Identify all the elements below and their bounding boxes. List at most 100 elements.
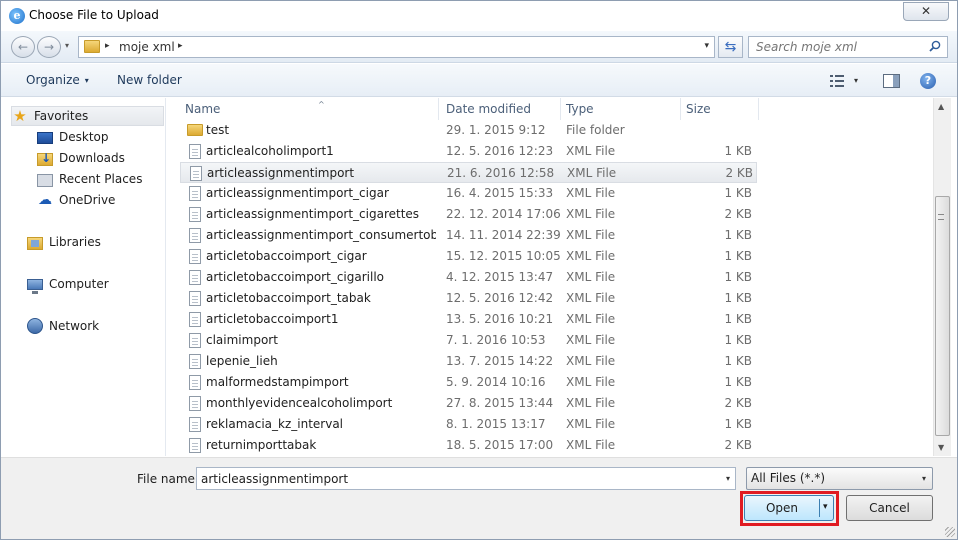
- vertical-scrollbar[interactable]: ▲ ▼: [933, 98, 951, 456]
- search-icon[interactable]: [929, 40, 941, 52]
- file-name-cell: articleassignmentimport_consumertobac...: [206, 228, 436, 242]
- sidebar-item-desktop[interactable]: Desktop: [37, 127, 164, 147]
- file-row[interactable]: articlealcoholimport1 12. 5. 2016 12:23 XM…: [180, 141, 757, 162]
- file-type-dropdown-icon[interactable]: ▾: [922, 474, 926, 483]
- preview-pane-icon[interactable]: [883, 74, 900, 88]
- file-row[interactable]: articletobaccoimport_cigar 15. 12. 2015 1…: [180, 246, 757, 267]
- scroll-up-icon[interactable]: ▲: [938, 102, 944, 111]
- view-options-icon[interactable]: [830, 75, 844, 87]
- open-button[interactable]: Open ▾: [744, 495, 834, 521]
- sidebar-item-libraries[interactable]: Libraries: [27, 232, 164, 252]
- column-header-name[interactable]: Name ^: [180, 98, 439, 120]
- column-header-label: Name: [185, 102, 221, 116]
- file-size-cell: 2 KB: [724, 438, 752, 452]
- file-type-value: All Files (*.*): [751, 471, 826, 485]
- file-row[interactable]: articletobaccoimport_tabak 12. 5. 2016 12…: [180, 288, 757, 309]
- scroll-down-icon[interactable]: ▼: [938, 443, 944, 452]
- sidebar-item-onedrive[interactable]: ☁ OneDrive: [37, 190, 164, 210]
- scrollbar-thumb[interactable]: [935, 196, 950, 436]
- sidebar-item-label: Recent Places: [59, 172, 143, 186]
- search-input[interactable]: [749, 37, 927, 57]
- date-modified-cell: 18. 5. 2015 17:00: [446, 438, 554, 452]
- file-type-select[interactable]: All Files (*.*) ▾: [746, 467, 933, 490]
- file-row[interactable]: articletobaccoimport_cigarillo 4. 12. 201…: [180, 267, 757, 288]
- sidebar-item-label: Favorites: [34, 109, 89, 123]
- xml-file-icon: [189, 249, 201, 264]
- file-type-cell: File folder: [566, 123, 625, 137]
- file-name-combo[interactable]: ▾: [196, 467, 736, 490]
- xml-file-icon: [189, 186, 201, 201]
- dialog-title: Choose File to Upload: [29, 8, 159, 22]
- date-modified-cell: 27. 8. 2015 13:44: [446, 396, 554, 410]
- file-row[interactable]: claimimport 7. 1. 2016 10:53 XML File 1 KB: [180, 330, 757, 351]
- organize-menu[interactable]: Organize ▾: [26, 73, 89, 87]
- network-icon: [27, 318, 43, 334]
- organize-caret-icon[interactable]: ▾: [85, 76, 89, 85]
- file-row[interactable]: articletobaccoimport1 13. 5. 2016 10:21 XM…: [180, 309, 757, 330]
- breadcrumb-current-folder[interactable]: moje xml: [119, 40, 175, 54]
- column-header-size[interactable]: Size: [681, 98, 759, 120]
- breadcrumb-separator-icon[interactable]: ▸: [105, 41, 110, 51]
- view-options-caret-icon[interactable]: ▾: [854, 76, 858, 85]
- resize-grip-icon[interactable]: [945, 527, 955, 537]
- sidebar-item-favorites[interactable]: ★ Favorites: [11, 106, 164, 126]
- folder-row[interactable]: test 29. 1. 2015 9:12 File folder: [180, 120, 757, 141]
- address-bar[interactable]: ▸ moje xml ▸ ▾: [78, 36, 715, 58]
- file-row[interactable]: articleassignmentimport_consumertobac...…: [180, 225, 757, 246]
- xml-file-icon: [189, 270, 201, 285]
- back-button[interactable]: ←: [11, 36, 35, 58]
- file-row[interactable]: reklamacia_kz_interval 8. 1. 2015 13:17 XM…: [180, 414, 757, 435]
- xml-file-icon: [190, 166, 202, 181]
- column-header-date-modified[interactable]: Date modified: [441, 98, 561, 120]
- xml-file-icon: [189, 291, 201, 306]
- file-size-cell: 1 KB: [724, 354, 752, 368]
- file-row[interactable]: returnimporttabak 18. 5. 2015 17:00 XML Fi…: [180, 435, 757, 456]
- file-size-cell: 1 KB: [724, 375, 752, 389]
- folder-icon: [187, 124, 203, 136]
- cancel-button[interactable]: Cancel: [846, 495, 933, 521]
- help-icon[interactable]: ?: [920, 73, 936, 89]
- new-folder-button[interactable]: New folder: [117, 73, 182, 87]
- sidebar-item-recent-places[interactable]: Recent Places: [37, 169, 164, 189]
- search-box[interactable]: [748, 36, 948, 58]
- date-modified-cell: 29. 1. 2015 9:12: [446, 123, 546, 137]
- forward-button[interactable]: →: [37, 36, 61, 58]
- file-type-cell: XML File: [566, 291, 616, 305]
- organize-label[interactable]: Organize: [26, 73, 80, 87]
- xml-file-icon: [189, 144, 201, 159]
- file-row[interactable]: articleassignmentimport_cigarettes 22. 12…: [180, 204, 757, 225]
- close-button[interactable]: ✕: [903, 2, 949, 21]
- sidebar-item-label: Libraries: [49, 235, 101, 249]
- file-name-dropdown-icon[interactable]: ▾: [726, 474, 730, 483]
- file-name-cell: reklamacia_kz_interval: [206, 417, 344, 431]
- sidebar-item-computer[interactable]: Computer: [27, 274, 164, 294]
- sidebar-item-downloads[interactable]: Downloads: [37, 148, 164, 168]
- file-size-cell: 1 KB: [724, 228, 752, 242]
- recent-locations-dropdown-icon[interactable]: ▾: [65, 41, 69, 50]
- refresh-button[interactable]: ⇆: [718, 36, 743, 58]
- xml-file-icon: [189, 396, 201, 411]
- file-size-cell: 1 KB: [724, 312, 752, 326]
- file-row[interactable]: articleassignmentimport 21. 6. 2016 12:58…: [180, 162, 757, 183]
- open-button-label[interactable]: Open: [745, 496, 819, 520]
- breadcrumb-separator-icon[interactable]: ▸: [178, 41, 183, 51]
- file-name-input[interactable]: [197, 468, 717, 489]
- file-type-cell: XML File: [566, 396, 616, 410]
- file-row[interactable]: monthlyevidencealcoholimport 27. 8. 2015 …: [180, 393, 757, 414]
- address-dropdown-icon[interactable]: ▾: [704, 41, 709, 51]
- file-row[interactable]: malformedstampimport 5. 9. 2014 10:16 XML …: [180, 372, 757, 393]
- open-dropdown-icon[interactable]: ▾: [823, 502, 828, 512]
- file-name-label: File name:: [137, 472, 199, 486]
- downloads-icon: [37, 151, 53, 166]
- file-type-cell: XML File: [566, 144, 616, 158]
- column-header-type[interactable]: Type: [561, 98, 681, 120]
- file-row[interactable]: lepenie_lieh 13. 7. 2015 14:22 XML File 1 K…: [180, 351, 757, 372]
- file-type-cell: XML File: [566, 438, 616, 452]
- date-modified-cell: 13. 5. 2016 10:21: [446, 312, 554, 326]
- file-size-cell: 1 KB: [724, 417, 752, 431]
- file-row[interactable]: articleassignmentimport_cigar 16. 4. 2015…: [180, 183, 757, 204]
- sidebar-item-network[interactable]: Network: [27, 316, 164, 336]
- file-name-cell: returnimporttabak: [206, 438, 317, 452]
- file-list[interactable]: Name ^ Date modified Type Size test 29. 1…: [167, 98, 957, 456]
- sidebar-item-label: OneDrive: [59, 193, 116, 207]
